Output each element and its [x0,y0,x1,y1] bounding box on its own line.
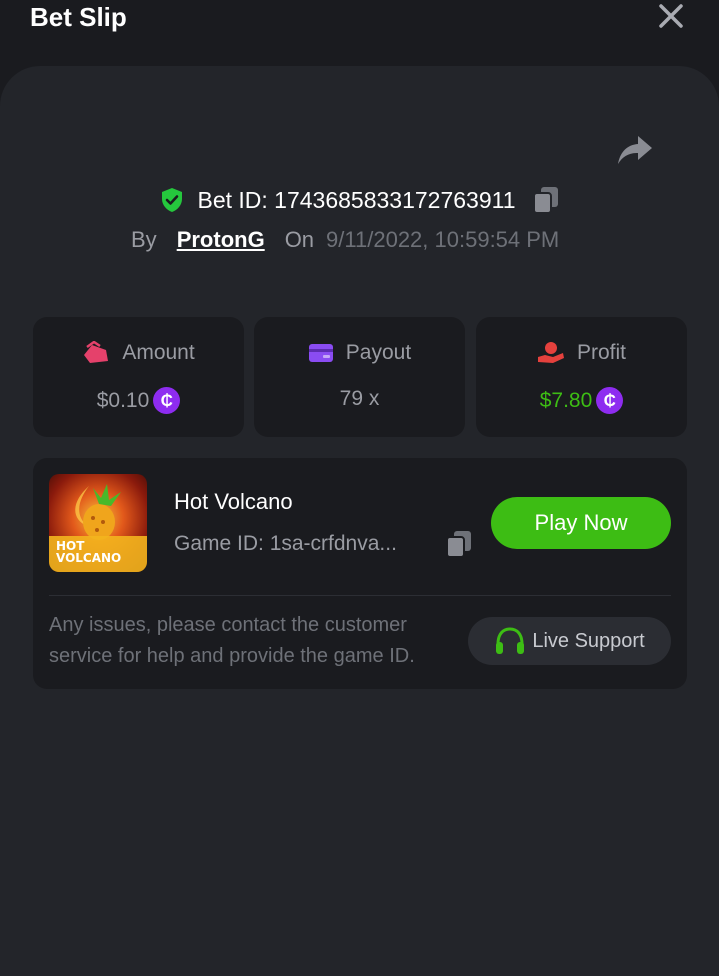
share-button[interactable] [615,133,655,167]
thumbnail-title: HOT VOLCANO [56,540,121,564]
share-icon [618,136,652,164]
game-thumbnail[interactable]: HOT VOLCANO [49,474,147,572]
payout-value: 79 x [339,387,380,410]
profit-value: $7.80 [539,388,593,412]
bet-datetime: 9/11/2022, 10:59:54 PM [326,227,560,252]
close-button[interactable] [655,0,687,32]
game-id: Game ID: 1sa-crfdnva... [174,532,397,555]
live-support-button[interactable]: Live Support [468,617,671,665]
on-label: On [284,227,315,252]
support-notice: Any issues, please contact the customer … [49,614,415,667]
live-support-label: Live Support [532,629,645,652]
bet-id-row: Bet ID: 1743685833172763911 [0,182,719,218]
shield-check-icon [162,188,183,212]
wallet-hand-icon [84,341,109,363]
copy-game-id-icon[interactable] [445,529,473,559]
thumbnail-title-line-2: VOLCANO [56,551,122,565]
copy-icon[interactable] [532,185,560,215]
amount-value: $0.10 [96,388,150,412]
amount-card: Amount $0.10 ₵ [33,317,244,437]
payout-card: Payout 79 x [254,317,465,437]
profit-hand-icon [537,342,564,363]
coin-icon: ₵ [596,387,624,414]
bet-meta-row: By ProtonG On 9/11/2022, 10:59:54 PM [131,227,559,257]
page-title: Bet Slip [30,2,127,32]
close-icon [659,4,683,28]
bet-id: Bet ID: 1743685833172763911 [197,186,516,213]
username-link[interactable]: ProtonG [177,227,265,253]
by-label: By [131,227,157,252]
profit-card: Profit $7.80 ₵ [476,317,687,437]
divider [49,595,671,596]
profit-label: Profit [576,341,626,364]
card-icon [308,344,333,362]
play-now-button[interactable]: Play Now [491,497,671,549]
game-name: Hot Volcano [174,489,293,514]
headset-icon [496,627,525,654]
amount-label: Amount [122,341,195,364]
payout-label: Payout [345,341,412,364]
coin-icon: ₵ [153,387,181,414]
game-card: HOT VOLCANO Hot Volcano Game ID: 1sa-crf… [33,458,687,689]
top-bar: Bet Slip [0,0,719,66]
